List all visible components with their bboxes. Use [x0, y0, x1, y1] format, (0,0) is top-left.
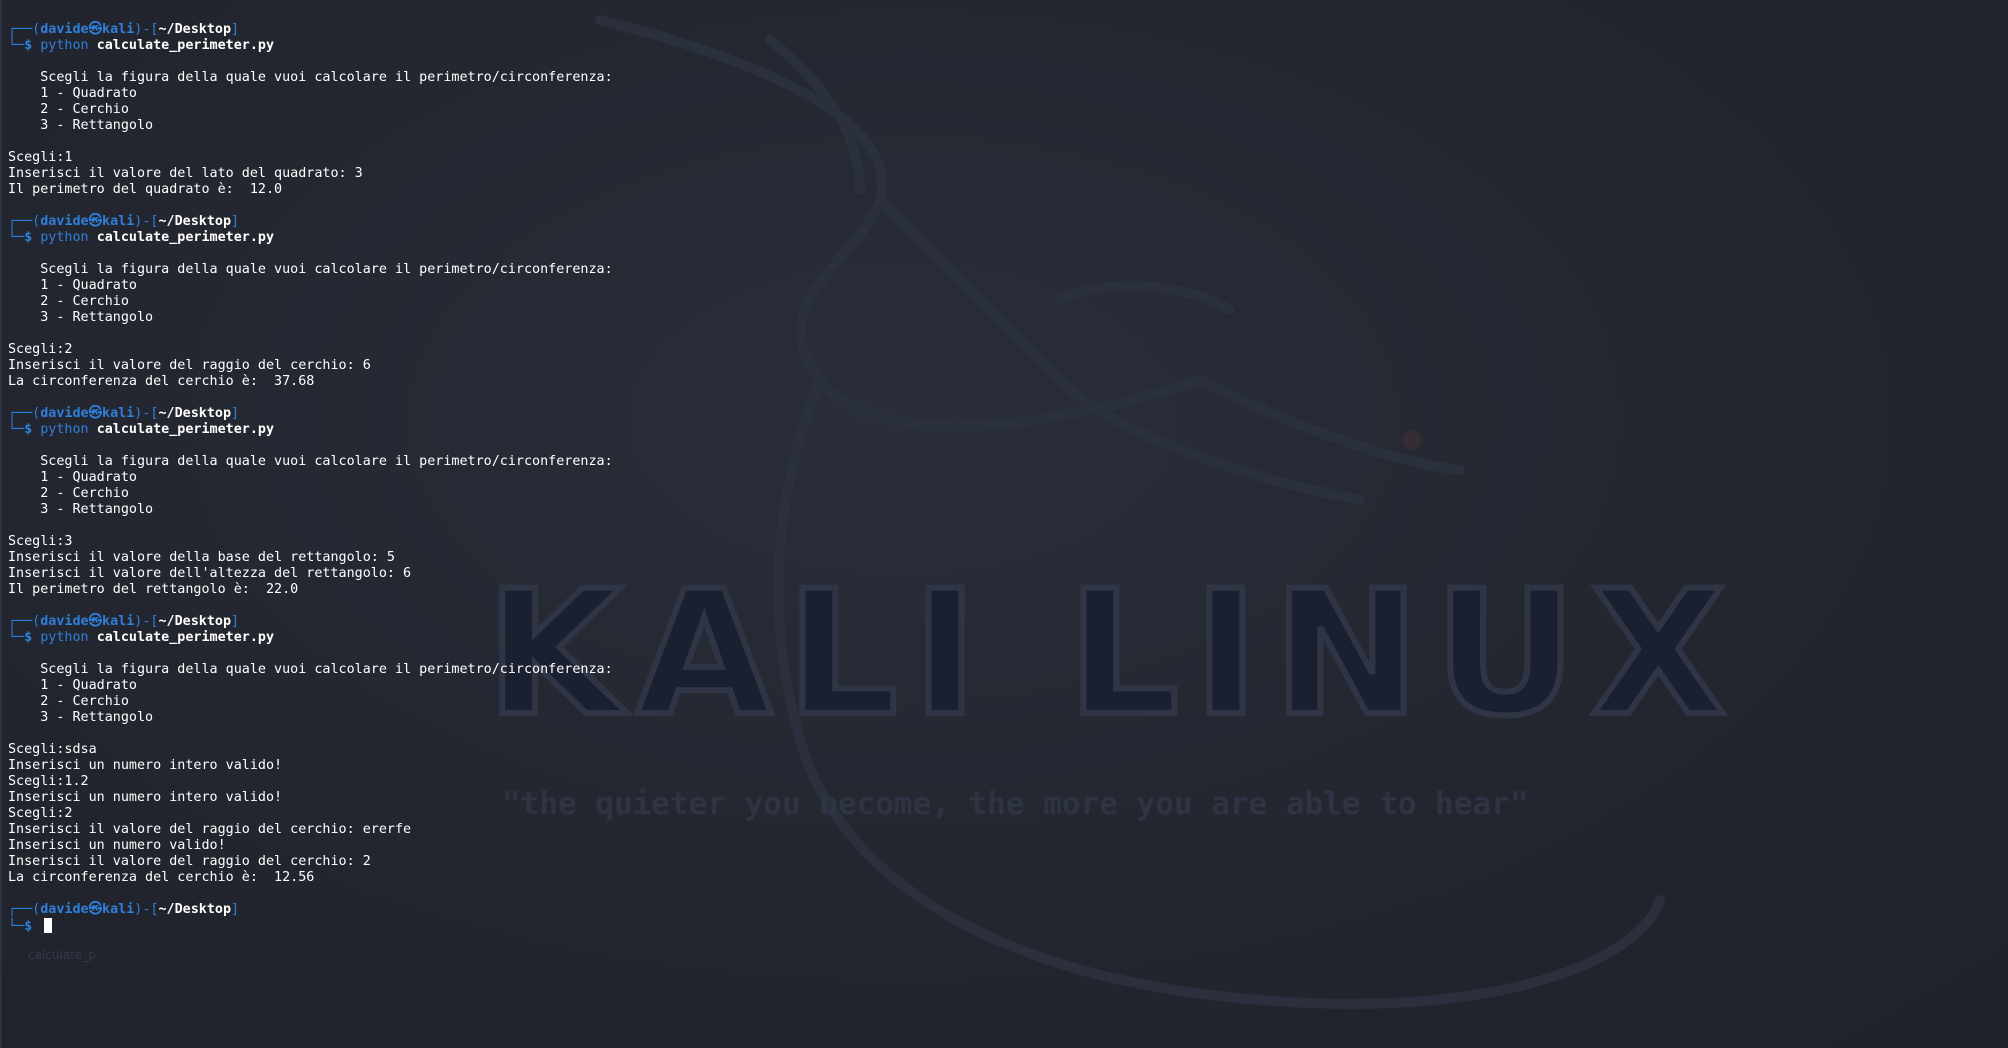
- prompt-header: ┌──(davide㉿kali)-[~/Desktop]: [8, 22, 240, 37]
- prompt-command-line: └─$ python calculate_perimeter.py: [8, 230, 275, 245]
- output-line: Scegli la figura della quale vuoi calcol…: [8, 454, 613, 469]
- command-argument: calculate_perimeter.py: [96, 38, 275, 53]
- output-line: Inserisci un numero intero valido!: [8, 758, 283, 773]
- output-line: Scegli la figura della quale vuoi calcol…: [8, 662, 613, 677]
- prompt-user: davide: [40, 614, 89, 629]
- output-line: Scegli:1.2: [8, 774, 89, 789]
- output-line: Scegli:3: [8, 534, 73, 549]
- prompt-command-line: └─$ python calculate_perimeter.py: [8, 422, 275, 437]
- output-line: Inserisci un numero valido!: [8, 838, 226, 853]
- output-line: Inserisci il valore dell'altezza del ret…: [8, 566, 412, 581]
- prompt-user: davide: [40, 214, 89, 229]
- terminal-window[interactable]: ┌──(davide㉿kali)-[~/Desktop] └─$ python c…: [0, 0, 2008, 1048]
- output-line: 2 - Cerchio: [8, 294, 129, 309]
- command-name: python: [40, 38, 89, 53]
- prompt-host: kali: [102, 22, 135, 37]
- output-line: Inserisci il valore del lato del quadrat…: [8, 166, 363, 181]
- command-name: python: [40, 422, 89, 437]
- output-line: Scegli:1: [8, 150, 73, 165]
- prompt-host: kali: [102, 214, 135, 229]
- output-line: La circonferenza del cerchio è: 37.68: [8, 374, 315, 389]
- output-line: 1 - Quadrato: [8, 470, 137, 485]
- prompt-at-symbol: ㉿: [88, 22, 103, 37]
- command-argument: calculate_perimeter.py: [96, 230, 275, 245]
- prompt-at-symbol: ㉿: [88, 614, 103, 629]
- output-line: 3 - Rettangolo: [8, 710, 154, 725]
- prompt-command-line: └─$ python calculate_perimeter.py: [8, 38, 275, 53]
- prompt-header: ┌──(davide㉿kali)-[~/Desktop]: [8, 406, 240, 421]
- prompt-command-line: └─$: [8, 918, 2008, 934]
- output-line: 1 - Quadrato: [8, 86, 137, 101]
- output-line: Scegli la figura della quale vuoi calcol…: [8, 70, 613, 85]
- prompt-path: ~/Desktop: [158, 22, 232, 37]
- output-line: Scegli la figura della quale vuoi calcol…: [8, 262, 613, 277]
- prompt-path: ~/Desktop: [158, 406, 232, 421]
- output-line: 3 - Rettangolo: [8, 118, 154, 133]
- prompt-user: davide: [40, 22, 89, 37]
- prompt-command-line: └─$ python calculate_perimeter.py: [8, 630, 275, 645]
- prompt-header: ┌──(davide㉿kali)-[~/Desktop]: [8, 902, 240, 917]
- prompt-header: ┌──(davide㉿kali)-[~/Desktop]: [8, 614, 240, 629]
- prompt-at-symbol: ㉿: [88, 406, 103, 421]
- terminal-cursor[interactable]: [44, 918, 53, 933]
- output-line: 1 - Quadrato: [8, 678, 137, 693]
- output-line: Il perimetro del rettangolo è: 22.0: [8, 582, 299, 597]
- prompt-header: ┌──(davide㉿kali)-[~/Desktop]: [8, 214, 240, 229]
- output-line: 3 - Rettangolo: [8, 502, 154, 517]
- desktop: KALI LINUX "the quieter you become, the …: [0, 0, 2008, 1048]
- output-line: Inserisci il valore del raggio del cerch…: [8, 358, 371, 373]
- prompt-path: ~/Desktop: [158, 902, 232, 917]
- command-argument: calculate_perimeter.py: [96, 630, 275, 645]
- prompt-user: davide: [40, 902, 89, 917]
- prompt-host: kali: [102, 406, 135, 421]
- command-name: python: [40, 630, 89, 645]
- prompt-host: kali: [102, 902, 135, 917]
- output-line: Scegli:2: [8, 342, 73, 357]
- prompt-at-symbol: ㉿: [88, 214, 103, 229]
- output-line: 3 - Rettangolo: [8, 310, 154, 325]
- output-line: Scegli:sdsa: [8, 742, 97, 757]
- output-line: Scegli:2: [8, 806, 73, 821]
- output-line: Il perimetro del quadrato è: 12.0: [8, 182, 283, 197]
- output-line: 2 - Cerchio: [8, 102, 129, 117]
- prompt-path: ~/Desktop: [158, 614, 232, 629]
- prompt-user: davide: [40, 406, 89, 421]
- output-line: 2 - Cerchio: [8, 486, 129, 501]
- prompt-path: ~/Desktop: [158, 214, 232, 229]
- command-argument: calculate_perimeter.py: [96, 422, 275, 437]
- output-line: 1 - Quadrato: [8, 278, 137, 293]
- output-line: Inserisci il valore della base del retta…: [8, 550, 395, 565]
- output-line: Inserisci il valore del raggio del cerch…: [8, 854, 371, 869]
- command-name: python: [40, 230, 89, 245]
- prompt-host: kali: [102, 614, 135, 629]
- output-line: 2 - Cerchio: [8, 694, 129, 709]
- output-line: Inserisci il valore del raggio del cerch…: [8, 822, 412, 837]
- prompt-at-symbol: ㉿: [88, 902, 103, 917]
- output-line: La circonferenza del cerchio è: 12.56: [8, 870, 315, 885]
- output-line: Inserisci un numero intero valido!: [8, 790, 283, 805]
